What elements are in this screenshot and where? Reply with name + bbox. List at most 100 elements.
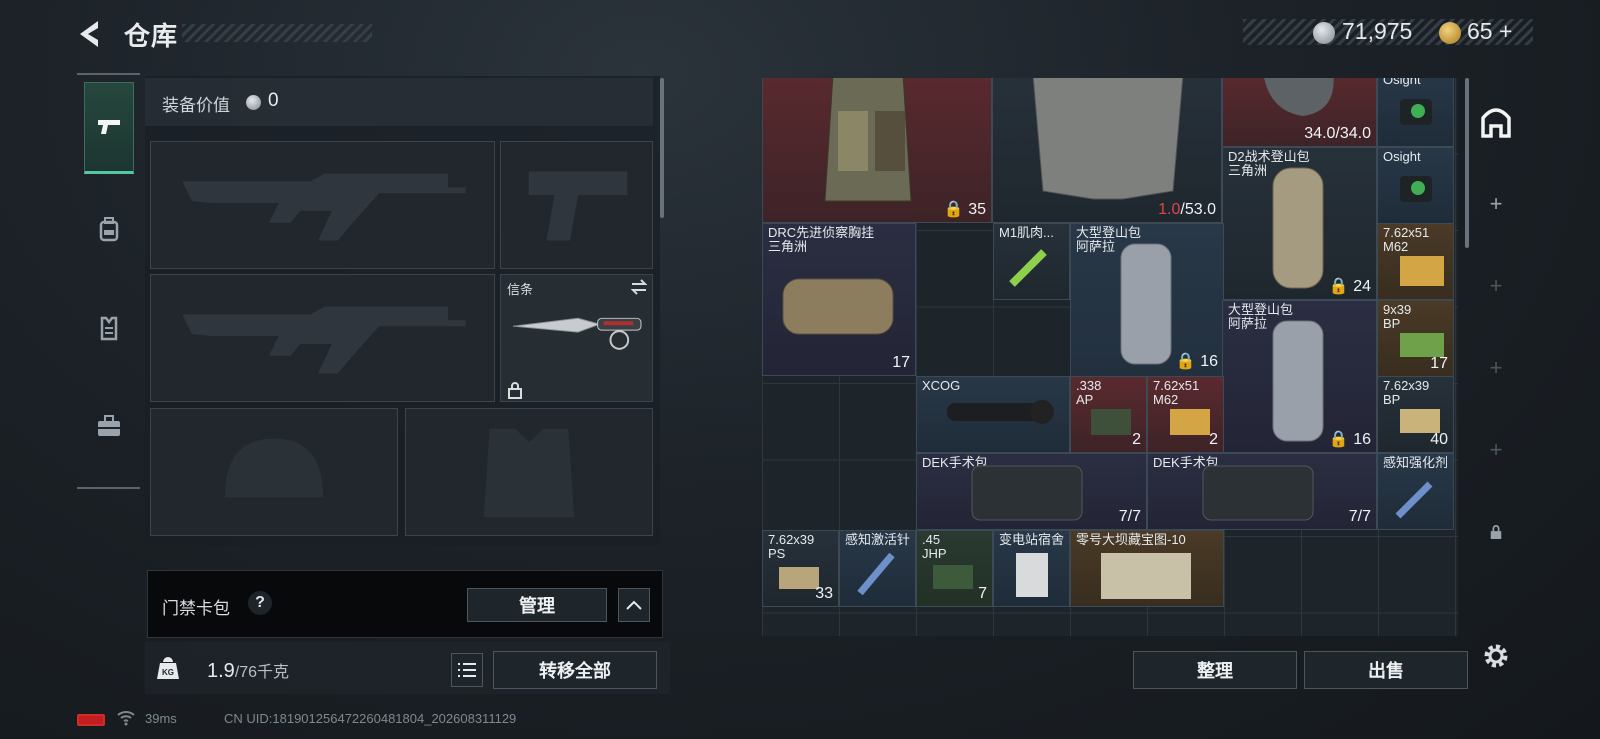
sell-button[interactable]: 出售 <box>1304 651 1468 689</box>
stash-item-ammo-762x39-ps[interactable]: 7.62x39 PS 33 <box>762 530 839 607</box>
tab-vest[interactable] <box>84 282 134 374</box>
stash-item-d2-backpack[interactable]: D2战术登山包 三角洲 🔒 24 <box>1222 147 1377 300</box>
item-count: 2 <box>1209 431 1218 448</box>
armor-silhouette-icon <box>483 428 575 518</box>
item-count: 7/7 <box>1118 508 1141 525</box>
stash-item-substation-dorm-key[interactable]: 变电站宿舍 <box>993 530 1070 607</box>
stash-item-ammo-762x51-m62-b[interactable]: 7.62x51 M62 2 <box>1147 376 1224 453</box>
armor-slot[interactable] <box>405 408 653 536</box>
stash-item-ammo-45-jhp[interactable]: .45 JHP 7 <box>916 530 993 607</box>
primary-weapon-slot[interactable] <box>150 141 495 269</box>
locked-page-icon[interactable] <box>1475 511 1517 553</box>
equipment-value-label: 装备价值 <box>162 96 230 115</box>
surgical-kit-icon <box>971 465 1083 521</box>
stash-page-home-icon[interactable] <box>1475 100 1517 142</box>
stash-item-drc-chest-rig[interactable]: DRC先进侦察胸挂 三角洲 17 <box>762 223 916 376</box>
weight-kg-icon: KG <box>157 657 179 679</box>
transfer-all-button[interactable]: 转移全部 <box>493 651 657 689</box>
key-card-icon <box>1016 553 1048 597</box>
helmet-silhouette-icon <box>224 438 324 498</box>
chevron-up-icon <box>626 600 642 610</box>
gold-add-button[interactable]: + <box>1499 18 1512 44</box>
gold-coin-icon <box>1439 22 1461 44</box>
item-count: 🔒 35 <box>943 201 986 218</box>
red-dot-sight-icon <box>1400 99 1432 125</box>
item-count: 🔒 16 <box>1175 353 1218 370</box>
silver-coin-icon <box>246 95 261 110</box>
item-count: 7/7 <box>1348 508 1371 525</box>
equipment-value: 0 <box>268 90 279 111</box>
item-durability: 34.0/34.0 <box>1304 125 1371 142</box>
vest-icon <box>100 316 118 341</box>
item-count: 7 <box>978 585 987 602</box>
item-count: 17 <box>1430 355 1448 372</box>
stash-item-ammo-762x51-m62[interactable]: 7.62x51 M62 <box>1377 223 1454 300</box>
pistol-icon <box>98 120 120 134</box>
add-page-icon[interactable]: + <box>1475 429 1517 471</box>
stash-item-dek-surgical-kit-1[interactable]: DEK手术包 7/7 <box>916 453 1147 530</box>
injector-icon <box>1009 249 1047 287</box>
stash-item-perception-enhancer[interactable]: 感知强化剂 <box>1377 453 1454 530</box>
lock-icon <box>508 382 522 399</box>
stash-item-dek-surgical-kit-2[interactable]: DEK手术包 7/7 <box>1147 453 1377 530</box>
battery-icon <box>77 714 105 726</box>
stash-item-ammo-762x39-bp[interactable]: 7.62x39 BP 40 <box>1377 376 1454 453</box>
tab-weapons[interactable] <box>84 82 134 174</box>
swap-icon[interactable] <box>629 277 649 297</box>
silver-coin-icon <box>1313 22 1335 44</box>
wifi-icon <box>117 711 135 726</box>
help-icon[interactable]: ? <box>248 591 272 615</box>
tidy-button[interactable]: 整理 <box>1133 651 1297 689</box>
item-count: 🔒 16 <box>1328 431 1371 448</box>
add-page-icon[interactable]: + <box>1475 183 1517 225</box>
injector-icon <box>1395 481 1433 519</box>
stash-item-xcog[interactable]: XCOG <box>916 376 1070 453</box>
stash-item-vest[interactable]: 🔒 35 <box>762 78 992 223</box>
stash-item-338-ap[interactable]: .338 AP 2 <box>1070 376 1147 453</box>
scope-icon <box>947 400 1054 424</box>
manage-button[interactable]: 管理 <box>467 588 607 622</box>
item-count: 40 <box>1430 431 1448 448</box>
silver-amount: 71,975 <box>1342 18 1413 44</box>
map-icon <box>1101 553 1191 599</box>
stash-item-osight-2[interactable]: Osight <box>1377 147 1454 224</box>
secondary-weapon-slot[interactable] <box>150 274 495 402</box>
svg-text:KG: KG <box>162 668 174 677</box>
red-dot-sight-icon <box>1400 176 1432 202</box>
stash-item-helmet[interactable]: 34.0/34.0 <box>1222 78 1377 147</box>
stash-item-armor[interactable]: 1.0/53.0 <box>992 78 1222 223</box>
item-count: 17 <box>892 354 910 371</box>
tab-medical[interactable] <box>84 380 134 472</box>
melee-slot[interactable]: 信条 <box>500 274 653 402</box>
add-page-icon[interactable]: + <box>1475 265 1517 307</box>
rifle-silhouette-icon <box>182 306 466 374</box>
add-page-icon[interactable]: + <box>1475 347 1517 389</box>
pistol-silhouette-icon <box>528 171 628 241</box>
gear-icon[interactable] <box>1480 640 1512 672</box>
list-view-button[interactable] <box>451 653 483 687</box>
weight-value: 1.9/76千克 <box>207 660 290 682</box>
list-icon <box>458 663 476 677</box>
surgical-kit-icon <box>1202 465 1314 521</box>
collapse-button[interactable] <box>618 588 650 622</box>
user-uid: CN UID:18190125647226048180​4_2026083111… <box>224 711 517 726</box>
stash-item-ammo-9x39-bp[interactable]: 9x39 BP 17 <box>1377 300 1454 377</box>
stash-item-osight-1[interactable]: Osight <box>1377 78 1454 147</box>
stash-item-large-backpack-2[interactable]: 大型登山包 阿萨拉 🔒 16 <box>1222 300 1377 453</box>
gold-amount[interactable]: 65 + <box>1467 18 1512 45</box>
stash-item-treasure-map[interactable]: 零号大坝藏宝图-10 <box>1070 530 1224 607</box>
item-count: 33 <box>815 585 833 602</box>
access-card-bag-label: 门禁卡包 <box>162 599 230 618</box>
ping-value: 39ms <box>145 711 177 726</box>
page-title: 仓库 <box>124 21 179 51</box>
backpack-icon <box>99 217 119 242</box>
equipment-scrollbar[interactable] <box>660 78 664 218</box>
helmet-slot[interactable] <box>150 408 398 536</box>
stash-scrollbar[interactable] <box>1465 78 1469 248</box>
stash-item-perception-activator[interactable]: 感知激活针 <box>839 530 916 607</box>
tab-gear[interactable] <box>84 184 134 276</box>
stash-item-m1-muscle[interactable]: M1肌肉... <box>993 223 1070 300</box>
item-durability: 1.0/53.0 <box>1158 201 1216 218</box>
back-arrow-icon[interactable] <box>74 17 108 51</box>
pistol-slot[interactable] <box>500 141 653 269</box>
